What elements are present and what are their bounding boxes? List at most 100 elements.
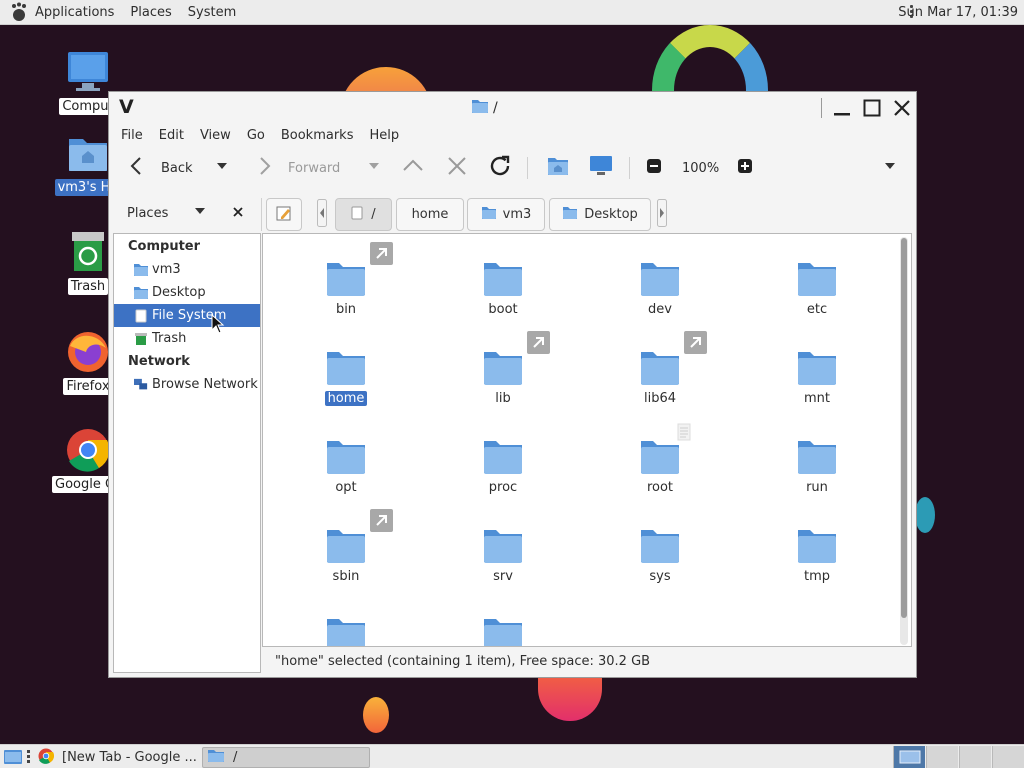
file-item[interactable]: lib	[453, 331, 553, 406]
workspace-1[interactable]	[893, 746, 925, 768]
sidebar-item-desktop[interactable]: Desktop	[114, 281, 260, 304]
network-icon	[134, 378, 148, 392]
zoom-level[interactable]: 100%	[682, 153, 719, 183]
crumb-scroll-right[interactable]	[655, 198, 669, 231]
menu-file[interactable]: File	[121, 128, 143, 143]
zoom-in-button[interactable]	[737, 153, 753, 183]
desktop-icon-label: Firefox	[63, 378, 113, 395]
toolbar-separator	[527, 157, 528, 179]
window-titlebar[interactable]: V /	[109, 92, 916, 124]
file-icon-view[interactable]: bin boot dev etc home lib lib64 mnt opt proc root r…	[262, 233, 912, 647]
sidebar-item-label: Browse Network	[152, 377, 258, 392]
maximize-button[interactable]	[861, 97, 883, 119]
clock[interactable]: Sun Mar 17, 01:39	[898, 5, 1018, 20]
file-item[interactable]: proc	[453, 436, 553, 495]
file-item[interactable]: root	[610, 436, 710, 495]
mouse-cursor-icon	[211, 313, 225, 338]
applications-menu[interactable]: Applications	[35, 5, 114, 20]
file-item[interactable]: opt	[296, 436, 396, 495]
stop-button[interactable]	[446, 153, 468, 183]
trash-icon	[134, 332, 148, 346]
show-desktop-icon[interactable]	[3, 748, 23, 768]
folder-icon	[482, 258, 524, 300]
chevron-down-icon	[194, 205, 206, 221]
scrollbar-thumb[interactable]	[901, 238, 907, 618]
system-menu[interactable]: System	[188, 5, 236, 20]
file-item[interactable]: sys	[610, 525, 710, 584]
menu-view[interactable]: View	[200, 128, 231, 143]
folder-icon	[639, 525, 681, 567]
crumb-scroll-left[interactable]	[315, 198, 329, 231]
sidebar-item-file-system[interactable]: File System	[114, 304, 260, 327]
task-file-manager[interactable]: /	[202, 747, 370, 768]
titlebar-divider	[821, 98, 822, 118]
crumb-vm3[interactable]: vm3	[467, 198, 545, 231]
file-item[interactable]	[296, 614, 396, 646]
menu-help[interactable]: Help	[369, 128, 399, 143]
menu-bookmarks[interactable]: Bookmarks	[281, 128, 354, 143]
file-name: lib64	[643, 391, 677, 406]
file-name: run	[806, 480, 828, 495]
firefox-icon	[66, 330, 110, 374]
back-button[interactable]: Back	[125, 153, 193, 183]
menu-go[interactable]: Go	[247, 128, 265, 143]
file-item[interactable]: lib64	[610, 331, 710, 406]
computer-button[interactable]	[589, 153, 613, 183]
forward-history-button[interactable]	[367, 153, 381, 183]
file-item[interactable]: boot	[453, 258, 553, 317]
file-item[interactable]: bin	[296, 242, 396, 317]
toolbar-overflow-button[interactable]	[883, 153, 897, 183]
file-name: lib	[495, 391, 511, 406]
file-item[interactable]: run	[767, 436, 867, 495]
crumb-desktop[interactable]: Desktop	[549, 198, 651, 231]
crumb-label: vm3	[502, 207, 532, 222]
file-item[interactable]: mnt	[767, 347, 867, 406]
file-manager-window: V / File Edit View Go Bookmarks Help Bac…	[108, 91, 917, 678]
file-item[interactable]	[453, 614, 553, 646]
minimize-button[interactable]	[831, 97, 853, 119]
file-item[interactable]: etc	[767, 258, 867, 317]
crumb-root[interactable]: /	[335, 198, 392, 231]
sidebar-heading-computer: Computer	[128, 239, 201, 254]
menubar: File Edit View Go Bookmarks Help	[109, 124, 916, 147]
file-item[interactable]: dev	[610, 258, 710, 317]
chevron-down-icon	[883, 159, 897, 177]
file-item[interactable]: srv	[453, 525, 553, 584]
folder-icon	[796, 525, 838, 567]
chevron-down-icon	[367, 159, 381, 177]
reload-button[interactable]	[487, 153, 513, 183]
file-name: mnt	[804, 391, 830, 406]
places-dropdown[interactable]: Places	[127, 205, 206, 221]
workspace-4[interactable]	[992, 746, 1024, 768]
file-name: dev	[648, 302, 672, 317]
menu-edit[interactable]: Edit	[159, 128, 184, 143]
crumb-label: home	[411, 207, 449, 222]
edit-location-button[interactable]	[266, 198, 302, 231]
home-button[interactable]	[547, 153, 569, 183]
computer-icon	[589, 155, 613, 181]
file-item[interactable]: home	[296, 347, 396, 406]
forward-button[interactable]: Forward	[252, 153, 340, 183]
zoom-out-button[interactable]	[646, 153, 662, 183]
wallpaper-shape	[915, 497, 935, 533]
gnome-foot-icon[interactable]	[8, 1, 30, 23]
sidebar-item-vm3[interactable]: vm3	[114, 258, 260, 281]
file-item[interactable]: sbin	[296, 509, 396, 584]
workspace-3[interactable]	[959, 746, 991, 768]
window-thumb-icon	[899, 750, 921, 768]
places-menu[interactable]: Places	[130, 5, 171, 20]
close-button[interactable]	[891, 97, 913, 119]
vertical-scrollbar[interactable]	[900, 237, 908, 645]
sidebar-item-trash[interactable]: Trash	[114, 327, 260, 350]
crumb-home[interactable]: home	[396, 198, 464, 231]
sidebar-item-browse-network[interactable]: Browse Network	[114, 373, 260, 396]
arrow-right-icon	[252, 154, 276, 182]
workspace-2[interactable]	[926, 746, 958, 768]
folder-icon	[482, 331, 550, 389]
task-chrome[interactable]: [New Tab - Google ...	[36, 747, 198, 768]
close-pane-icon[interactable]	[232, 206, 244, 222]
up-button[interactable]	[401, 153, 425, 183]
back-history-button[interactable]	[215, 153, 229, 183]
sidebar-item-label: Desktop	[152, 285, 206, 300]
file-item[interactable]: tmp	[767, 525, 867, 584]
